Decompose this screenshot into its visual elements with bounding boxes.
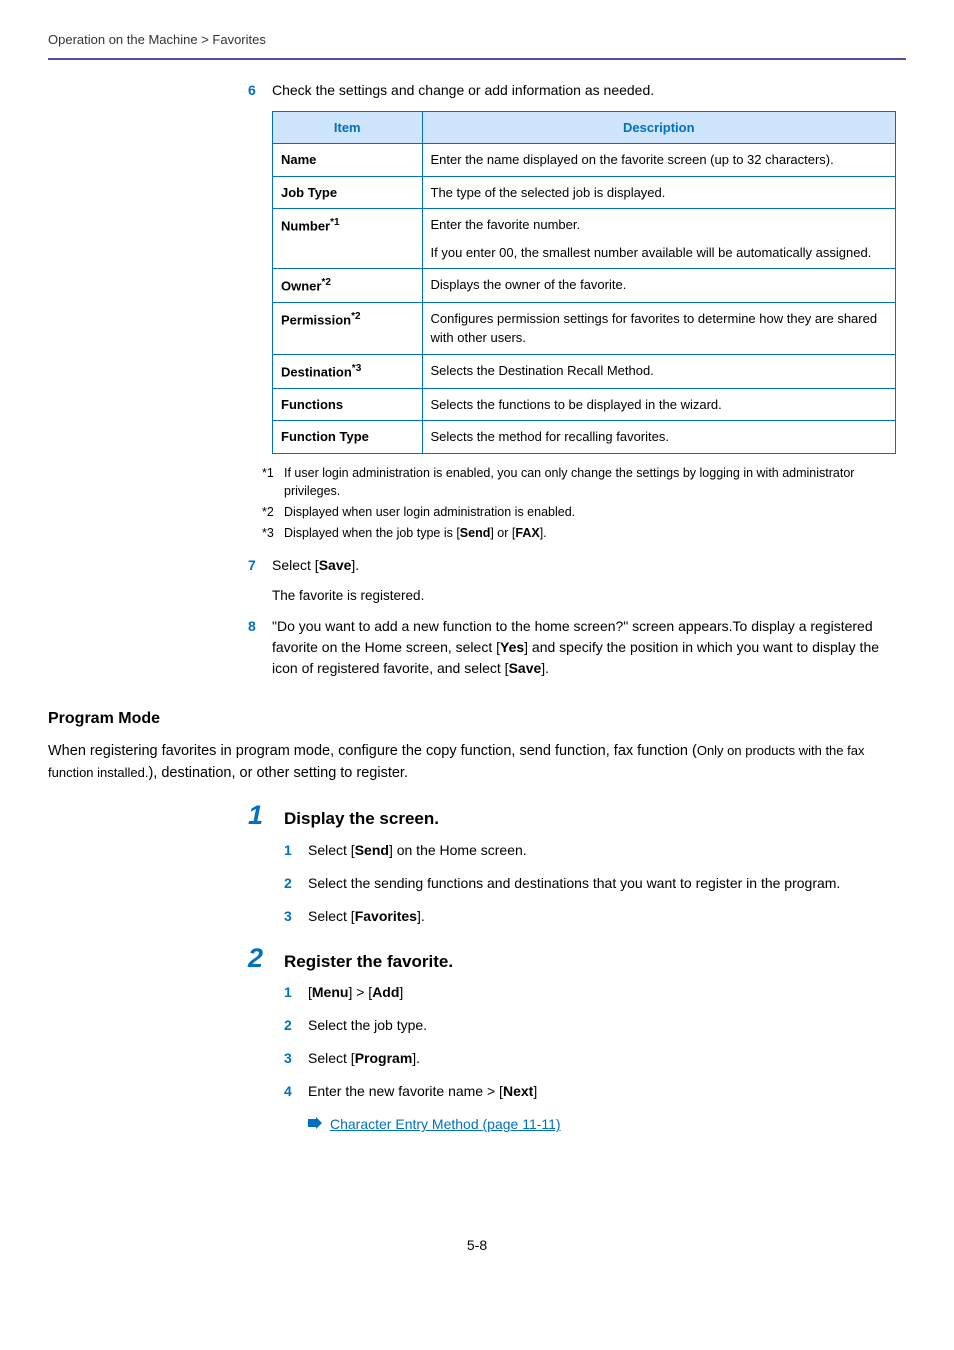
footnote: *1If user login administration is enable… <box>262 464 896 502</box>
big-step-title: Display the screen. <box>284 806 439 832</box>
step-text: Check the settings and change or add inf… <box>272 80 896 101</box>
table-row: Job TypeThe type of the selected job is … <box>273 176 896 209</box>
substep: 3 Select [Program]. <box>284 1048 896 1069</box>
substep-text: Select the job type. <box>308 1015 896 1036</box>
substep: 2 Select the sending functions and destin… <box>284 873 896 894</box>
desc-cell: Enter the favorite number.If you enter 0… <box>422 209 895 269</box>
footnote: *2Displayed when user login administrati… <box>262 503 896 522</box>
big-step-title: Register the favorite. <box>284 949 453 975</box>
substep: 1 [Menu] > [Add] <box>284 982 896 1003</box>
big-step-number: 1 <box>248 802 278 829</box>
table-row: Owner*2Displays the owner of the favorit… <box>273 269 896 303</box>
item-cell: Functions <box>273 388 423 421</box>
big-step-number: 2 <box>248 945 278 972</box>
substep: 2 Select the job type. <box>284 1015 896 1036</box>
desc-cell: Selects the method for recalling favorit… <box>422 421 895 454</box>
table-wrapper: Item Description NameEnter the name disp… <box>272 111 896 454</box>
breadcrumb: Operation on the Machine > Favorites <box>48 30 906 58</box>
desc-cell: Configures permission settings for favor… <box>422 302 895 354</box>
step-number: 7 <box>248 555 266 576</box>
item-cell: Owner*2 <box>273 269 423 303</box>
th-item: Item <box>273 111 423 144</box>
step-number: 8 <box>248 616 266 637</box>
step-6: 6 Check the settings and change or add i… <box>248 80 896 101</box>
step-text: "Do you want to add a new function to th… <box>272 616 896 679</box>
step-7: 7 Select [Save]. <box>248 555 896 576</box>
footnotes: *1If user login administration is enable… <box>262 464 896 543</box>
para-a: When registering favorites in program mo… <box>48 743 697 759</box>
item-cell: Number*1 <box>273 209 423 269</box>
substep: 1 Select [Send] on the Home screen. <box>284 840 896 861</box>
page-number: 5-8 <box>48 1235 906 1256</box>
item-cell: Destination*3 <box>273 354 423 388</box>
substep-number: 1 <box>284 982 302 1003</box>
substep-number: 2 <box>284 873 302 894</box>
substep-text: Select [Program]. <box>308 1048 896 1069</box>
table-row: Number*1Enter the favorite number.If you… <box>273 209 896 269</box>
item-cell: Permission*2 <box>273 302 423 354</box>
program-mode-heading: Program Mode <box>48 707 896 731</box>
desc-cell: The type of the selected job is displaye… <box>422 176 895 209</box>
substep-text: Select [Send] on the Home screen. <box>308 840 896 861</box>
substep-number: 1 <box>284 840 302 861</box>
table-row: NameEnter the name displayed on the favo… <box>273 144 896 177</box>
desc-cell: Enter the name displayed on the favorite… <box>422 144 895 177</box>
table-row: Permission*2Configures permission settin… <box>273 302 896 354</box>
step-8: 8 "Do you want to add a new function to … <box>248 616 896 679</box>
table-row: Function TypeSelects the method for reca… <box>273 421 896 454</box>
arrow-icon <box>308 1114 322 1135</box>
substep: 4 Enter the new favorite name > [Next] <box>284 1081 896 1102</box>
item-cell: Function Type <box>273 421 423 454</box>
substep-number: 4 <box>284 1081 302 1102</box>
desc-cell: Selects the functions to be displayed in… <box>422 388 895 421</box>
program-mode-para: When registering favorites in program mo… <box>48 741 896 785</box>
item-cell: Job Type <box>273 176 423 209</box>
link-row: Character Entry Method (page 11-11) <box>308 1114 896 1135</box>
step-7-sub: The favorite is registered. <box>272 586 896 606</box>
para-b: ), destination, or other setting to regi… <box>148 765 408 781</box>
substep: 3 Select [Favorites]. <box>284 906 896 927</box>
big-step-1: 1 Display the screen. <box>248 802 896 832</box>
settings-table: Item Description NameEnter the name disp… <box>272 111 896 454</box>
substep-text: Enter the new favorite name > [Next] <box>308 1081 896 1102</box>
table-row: FunctionsSelects the functions to be dis… <box>273 388 896 421</box>
substep-text: Select [Favorites]. <box>308 906 896 927</box>
character-entry-link[interactable]: Character Entry Method (page 11-11) <box>330 1114 561 1135</box>
substep-text: [Menu] > [Add] <box>308 982 896 1003</box>
th-desc: Description <box>422 111 895 144</box>
item-cell: Name <box>273 144 423 177</box>
header-divider <box>48 58 906 60</box>
footnote: *3Displayed when the job type is [Send] … <box>262 524 896 543</box>
step-text: Select [Save]. <box>272 555 896 576</box>
table-row: Destination*3Selects the Destination Rec… <box>273 354 896 388</box>
desc-cell: Displays the owner of the favorite. <box>422 269 895 303</box>
substep-number: 3 <box>284 906 302 927</box>
big-step-2: 2 Register the favorite. <box>248 945 896 975</box>
desc-cell: Selects the Destination Recall Method. <box>422 354 895 388</box>
substep-number: 2 <box>284 1015 302 1036</box>
step-number: 6 <box>248 80 266 101</box>
substep-number: 3 <box>284 1048 302 1069</box>
substep-text: Select the sending functions and destina… <box>308 873 896 894</box>
